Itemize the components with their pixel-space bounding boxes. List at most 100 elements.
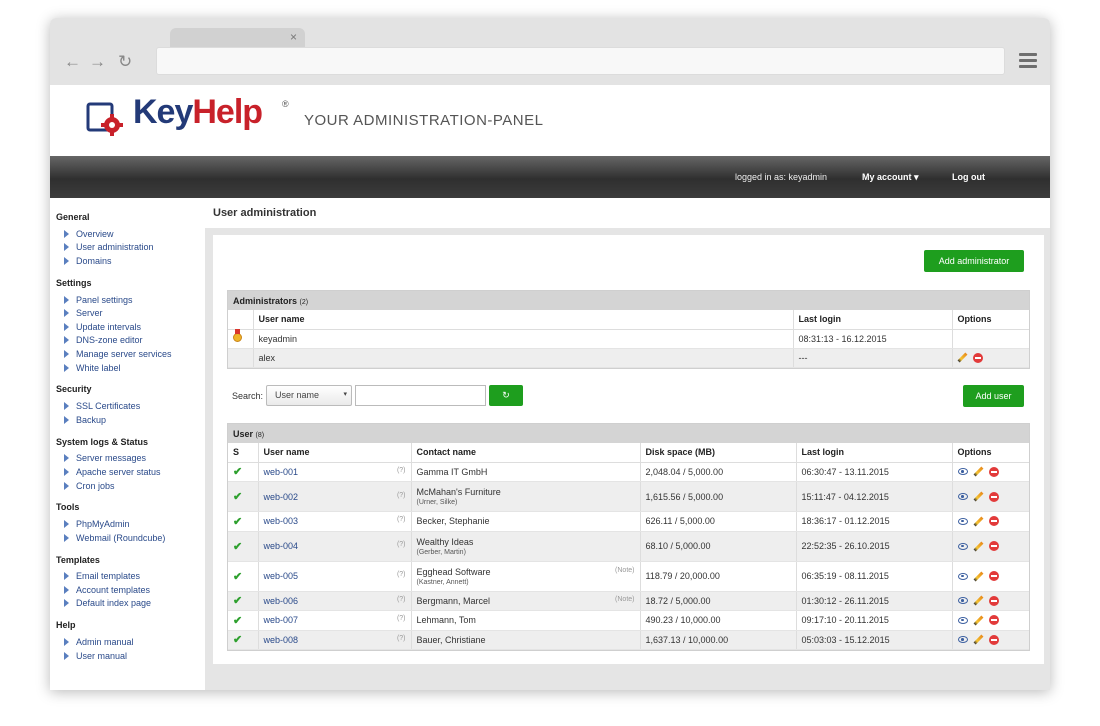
user-name-link[interactable]: web-002 xyxy=(264,492,299,502)
view-eye-icon[interactable] xyxy=(957,517,968,525)
page-title: User administration xyxy=(205,198,1050,228)
col-disk-space: Disk space (MB) xyxy=(640,443,797,463)
add-user-button[interactable]: Add user xyxy=(963,385,1024,407)
sidebar-item[interactable]: SSL Certificates xyxy=(56,399,205,413)
reload-icon[interactable]: ↻ xyxy=(118,52,132,72)
contact-name: Bauer, Christiane xyxy=(416,634,486,645)
edit-pencil-icon[interactable] xyxy=(973,541,983,552)
sidebar-item[interactable]: Panel settings xyxy=(56,293,205,307)
note-link[interactable]: (Note) xyxy=(615,596,634,603)
sidebar-item[interactable]: Admin manual xyxy=(56,635,205,649)
edit-pencil-icon[interactable] xyxy=(973,595,983,606)
view-eye-icon[interactable] xyxy=(957,572,968,580)
edit-pencil-icon[interactable] xyxy=(973,466,983,477)
edit-pencil-icon[interactable] xyxy=(957,352,967,363)
triangle-right-icon xyxy=(64,336,69,345)
refresh-search-button[interactable]: ↻ xyxy=(489,385,524,406)
sidebar-item[interactable]: Server xyxy=(56,306,205,320)
user-name-link[interactable]: web-004 xyxy=(264,541,299,551)
user-name-link[interactable]: web-006 xyxy=(264,596,299,606)
sidebar-item[interactable]: PhpMyAdmin xyxy=(56,517,205,531)
delete-icon[interactable] xyxy=(988,466,999,477)
last-login: 22:52:35 - 26.10.2015 xyxy=(796,531,953,562)
hamburger-menu-icon[interactable] xyxy=(1019,53,1037,69)
last-login: 01:30:12 - 26.11.2015 xyxy=(796,591,953,611)
sidebar-item[interactable]: Default index page xyxy=(56,597,205,611)
help-link[interactable]: (?) xyxy=(397,516,406,523)
user-name-link[interactable]: web-007 xyxy=(264,615,299,625)
sidebar-group-title: General xyxy=(56,212,90,222)
edit-pencil-icon[interactable] xyxy=(973,571,983,582)
sidebar-item[interactable]: Domains xyxy=(56,254,205,268)
user-name-link[interactable]: web-005 xyxy=(264,571,299,581)
sidebar-item[interactable]: Overview xyxy=(56,227,205,241)
sidebar-item[interactable]: User administration xyxy=(56,241,205,255)
sidebar-item[interactable]: White label xyxy=(56,361,205,375)
status-check-icon: ✔ xyxy=(233,515,243,528)
sidebar-item[interactable]: DNS-zone editor xyxy=(56,334,205,348)
delete-icon[interactable] xyxy=(972,352,983,363)
delete-icon[interactable] xyxy=(988,595,999,606)
delete-icon[interactable] xyxy=(988,571,999,582)
status-check-icon: ✔ xyxy=(233,466,243,479)
my-account-menu[interactable]: My account ▾ xyxy=(862,172,919,183)
table-row: ✔ web-007 (?) Lehmann, Tom 490.23 / 10,000.0… xyxy=(228,610,1029,631)
delete-icon[interactable] xyxy=(988,516,999,527)
help-link[interactable]: (?) xyxy=(397,571,406,578)
last-login: 18:36:17 - 01.12.2015 xyxy=(796,511,953,532)
forward-arrow-icon[interactable]: → xyxy=(89,52,106,72)
view-eye-icon[interactable] xyxy=(957,616,968,624)
users-header: User (8) xyxy=(228,424,1029,443)
sidebar-item[interactable]: Manage server services xyxy=(56,347,205,361)
sidebar-item-label: Cron jobs xyxy=(76,480,115,491)
view-eye-icon[interactable] xyxy=(957,468,968,476)
delete-icon[interactable] xyxy=(988,634,999,645)
help-link[interactable]: (?) xyxy=(397,615,406,622)
help-link[interactable]: (?) xyxy=(397,492,406,499)
add-administrator-button[interactable]: Add administrator xyxy=(924,250,1024,272)
sidebar-item[interactable]: Account templates xyxy=(56,583,205,597)
sidebar-group-title: Settings xyxy=(56,277,92,288)
sidebar-item[interactable]: User manual xyxy=(56,649,205,663)
sidebar-item-label: Server messages xyxy=(76,453,147,464)
help-link[interactable]: (?) xyxy=(397,596,406,603)
sidebar-item[interactable]: Server messages xyxy=(56,452,205,466)
url-bar[interactable] xyxy=(156,47,1005,75)
search-input[interactable] xyxy=(355,385,487,406)
view-eye-icon[interactable] xyxy=(957,597,968,605)
sidebar-item[interactable]: Webmail (Roundcube) xyxy=(56,531,205,545)
user-name-link[interactable]: web-008 xyxy=(264,635,299,645)
note-link[interactable]: (Note) xyxy=(615,567,634,574)
view-eye-icon[interactable] xyxy=(957,493,968,501)
edit-pencil-icon[interactable] xyxy=(973,491,983,502)
sidebar-group-title: Tools xyxy=(56,502,80,513)
help-link[interactable]: (?) xyxy=(397,467,406,474)
logout-link[interactable]: Log out xyxy=(952,172,985,182)
table-row: ✔ web-006 (?) (Note) Bergmann, Marcel 18.72 /… xyxy=(228,591,1029,611)
back-arrow-icon[interactable]: ← xyxy=(64,52,81,72)
edit-pencil-icon[interactable] xyxy=(973,615,983,626)
view-eye-icon[interactable] xyxy=(957,636,968,644)
search-field-select[interactable]: User name ▾ xyxy=(266,385,353,406)
sidebar-item[interactable]: Update intervals xyxy=(56,320,205,334)
sidebar-item[interactable]: Backup xyxy=(56,413,205,427)
col-user-name: User name xyxy=(258,443,412,463)
sidebar-group: General Overview User administration Domain… xyxy=(56,212,205,268)
user-name-link[interactable]: web-001 xyxy=(264,467,299,477)
status-check-icon: ✔ xyxy=(233,491,243,503)
delete-icon[interactable] xyxy=(988,541,999,552)
help-link[interactable]: (?) xyxy=(397,541,406,548)
edit-pencil-icon[interactable] xyxy=(973,634,983,645)
disk-space: 118.79 / 20,000.00 xyxy=(640,561,797,592)
edit-pencil-icon[interactable] xyxy=(973,516,983,527)
user-name-link[interactable]: web-003 xyxy=(264,516,299,526)
view-eye-icon[interactable] xyxy=(957,542,968,550)
sidebar-item-label: Panel settings xyxy=(76,294,133,305)
sidebar-item[interactable]: Apache server status xyxy=(56,465,205,479)
tab-close-icon[interactable]: × xyxy=(290,30,297,44)
sidebar-item[interactable]: Cron jobs xyxy=(56,479,205,493)
delete-icon[interactable] xyxy=(988,491,999,502)
sidebar-item[interactable]: Email templates xyxy=(56,570,205,584)
help-link[interactable]: (?) xyxy=(397,635,406,642)
delete-icon[interactable] xyxy=(988,615,999,626)
